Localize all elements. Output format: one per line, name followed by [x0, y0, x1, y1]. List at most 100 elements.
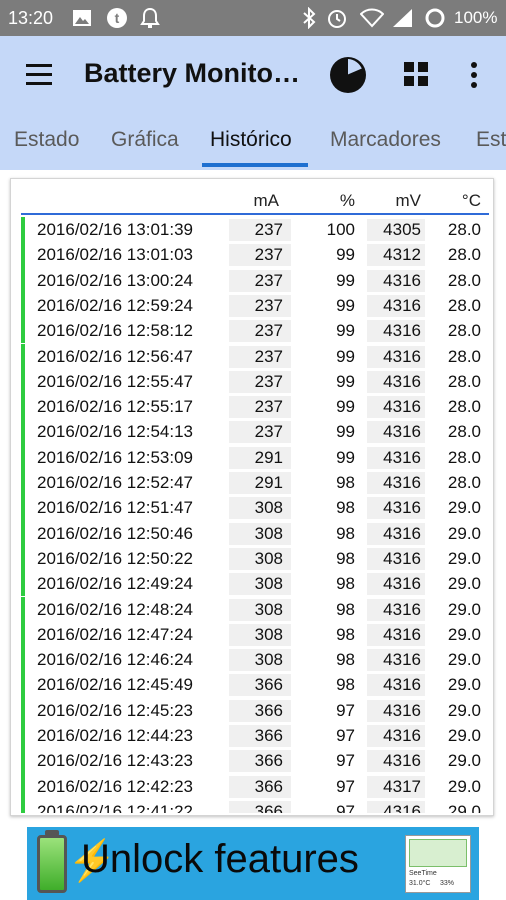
- row-temp: 28.0: [447, 422, 481, 442]
- row-ma: 308: [229, 573, 291, 596]
- row-pct: 100: [326, 220, 355, 239]
- thumbnail-graph: [409, 839, 467, 867]
- tab-est[interactable]: Est: [476, 128, 506, 152]
- row-date: 2016/02/16 12:44:23: [37, 726, 193, 745]
- row-ma: 366: [229, 725, 291, 747]
- row-pct: 97: [336, 801, 355, 813]
- row-status-bar: [21, 723, 25, 749]
- row-temp: 29.0: [447, 675, 481, 695]
- row-ma: 366: [229, 750, 291, 773]
- row-mv: 4316: [367, 396, 425, 419]
- row-mv: 4316: [367, 750, 425, 773]
- tab-bar: Estado Gráfica Histórico Marcadores Est: [0, 116, 506, 170]
- row-date: 2016/02/16 12:43:23: [37, 751, 193, 771]
- history-list[interactable]: 2016/02/16 13:01:39 237 100 4305 28.0 2016/02…: [21, 217, 489, 813]
- row-pct: 98: [336, 624, 355, 644]
- row-ma: 366: [229, 699, 291, 722]
- table-row[interactable]: 2016/02/16 12:55:17 237 99 4316 28.0: [21, 394, 489, 420]
- table-row[interactable]: 2016/02/16 12:53:09 291 99 4316 28.0: [21, 444, 489, 470]
- table-row[interactable]: 2016/02/16 13:01:39 237 100 4305 28.0: [21, 217, 489, 243]
- table-row[interactable]: 2016/02/16 12:54:13 237 99 4316 28.0: [21, 419, 489, 445]
- row-status-bar: [21, 368, 25, 395]
- history-card: mA % mV °C 2016/02/16 13:01:39 237 100 4305…: [10, 178, 494, 816]
- row-mv: 4316: [367, 649, 425, 672]
- row-mv: 4316: [367, 725, 425, 747]
- tab-historico[interactable]: Histórico: [210, 128, 292, 152]
- table-row[interactable]: 2016/02/16 12:46:24 308 98 4316 29.0: [21, 647, 489, 673]
- row-date: 2016/02/16 12:55:17: [37, 397, 193, 417]
- row-temp: 28.0: [447, 473, 481, 492]
- menu-icon[interactable]: [26, 64, 52, 86]
- row-mv: 4305: [367, 219, 425, 241]
- header-mv: mV: [395, 191, 422, 210]
- thumb-line-2: 31.0°C: [409, 880, 431, 887]
- tab-estado[interactable]: Estado: [14, 128, 79, 152]
- row-pct: 98: [336, 498, 355, 518]
- table-row[interactable]: 2016/02/16 12:50:46 308 98 4316 29.0: [21, 520, 489, 546]
- row-date: 2016/02/16 13:01:39: [37, 220, 193, 239]
- svg-text:t: t: [115, 10, 120, 26]
- table-row[interactable]: 2016/02/16 12:56:47 237 99 4316 28.0: [21, 343, 489, 369]
- row-temp: 28.0: [447, 447, 481, 467]
- row-mv: 4316: [367, 497, 425, 520]
- row-mv: 4316: [367, 472, 425, 494]
- row-temp: 28.0: [447, 270, 481, 290]
- row-status-bar: [21, 394, 25, 420]
- row-date: 2016/02/16 12:59:24: [37, 295, 193, 315]
- row-date: 2016/02/16 12:47:24: [37, 624, 193, 644]
- battery-ring-icon: [424, 7, 446, 29]
- table-row[interactable]: 2016/02/16 12:45:23 366 97 4316 29.0: [21, 697, 489, 723]
- row-date: 2016/02/16 12:46:24: [37, 650, 193, 670]
- row-ma: 237: [229, 345, 291, 368]
- table-row[interactable]: 2016/02/16 13:00:24 237 99 4316 28.0: [21, 267, 489, 293]
- row-mv: 4316: [367, 522, 425, 545]
- table-row[interactable]: 2016/02/16 12:48:24 308 98 4316 29.0: [21, 596, 489, 622]
- row-temp: 29.0: [447, 624, 481, 644]
- tab-grafica[interactable]: Gráfica: [111, 128, 179, 152]
- grid-icon[interactable]: [404, 62, 428, 86]
- row-ma: 237: [229, 370, 291, 393]
- pie-chart-icon[interactable]: [329, 56, 367, 94]
- row-status-bar: [21, 672, 25, 698]
- row-ma: 237: [229, 320, 291, 343]
- row-pct: 99: [336, 245, 355, 265]
- row-status-bar: [21, 419, 25, 445]
- table-row[interactable]: 2016/02/16 12:52:47 291 98 4316 28.0: [21, 470, 489, 496]
- row-date: 2016/02/16 12:41:22: [37, 801, 193, 813]
- row-ma: 366: [229, 800, 291, 813]
- row-temp: 29.0: [447, 801, 481, 813]
- row-mv: 4316: [367, 573, 425, 596]
- row-date: 2016/02/16 12:48:24: [37, 599, 193, 619]
- table-row[interactable]: 2016/02/16 12:58:12 237 99 4316 28.0: [21, 318, 489, 344]
- row-temp: 28.0: [447, 371, 481, 391]
- row-pct: 99: [336, 295, 355, 315]
- row-date: 2016/02/16 12:58:12: [37, 321, 193, 341]
- thumb-line-1: SeeTime: [409, 870, 437, 877]
- row-pct: 99: [336, 346, 355, 366]
- tab-marcadores[interactable]: Marcadores: [330, 128, 441, 152]
- table-row[interactable]: 2016/02/16 12:43:23 366 97 4316 29.0: [21, 748, 489, 774]
- table-row[interactable]: 2016/02/16 12:41:22 366 97 4316 29.0: [21, 798, 489, 813]
- row-ma: 308: [229, 522, 291, 545]
- table-row[interactable]: 2016/02/16 12:49:24 308 98 4316 29.0: [21, 571, 489, 597]
- header-pct: %: [339, 191, 355, 210]
- table-row[interactable]: 2016/02/16 12:59:24 237 99 4316 28.0: [21, 292, 489, 319]
- row-status-bar: [21, 242, 25, 268]
- row-pct: 99: [336, 321, 355, 341]
- table-row[interactable]: 2016/02/16 12:45:49 366 98 4316 29.0: [21, 672, 489, 698]
- more-vert-icon[interactable]: [468, 60, 480, 90]
- table-row[interactable]: 2016/02/16 12:47:24 308 98 4316 29.0: [21, 621, 489, 648]
- row-pct: 98: [336, 599, 355, 619]
- row-mv: 4316: [367, 421, 425, 444]
- table-row[interactable]: 2016/02/16 12:55:47 237 99 4316 28.0: [21, 368, 489, 395]
- table-row[interactable]: 2016/02/16 12:50:22 308 98 4316 29.0: [21, 545, 489, 572]
- row-date: 2016/02/16 12:49:24: [37, 574, 193, 594]
- table-row[interactable]: 2016/02/16 12:44:23 366 97 4316 29.0: [21, 723, 489, 749]
- row-pct: 97: [336, 726, 355, 745]
- table-row[interactable]: 2016/02/16 12:51:47 308 98 4316 29.0: [21, 495, 489, 521]
- unlock-banner[interactable]: ⚡ Unlock features SeeTime 31.0°C 33%: [27, 827, 479, 900]
- table-row[interactable]: 2016/02/16 12:42:23 366 97 4317 29.0: [21, 773, 489, 799]
- row-date: 2016/02/16 12:45:23: [37, 700, 193, 720]
- row-ma: 308: [229, 623, 291, 646]
- table-row[interactable]: 2016/02/16 13:01:03 237 99 4312 28.0: [21, 242, 489, 268]
